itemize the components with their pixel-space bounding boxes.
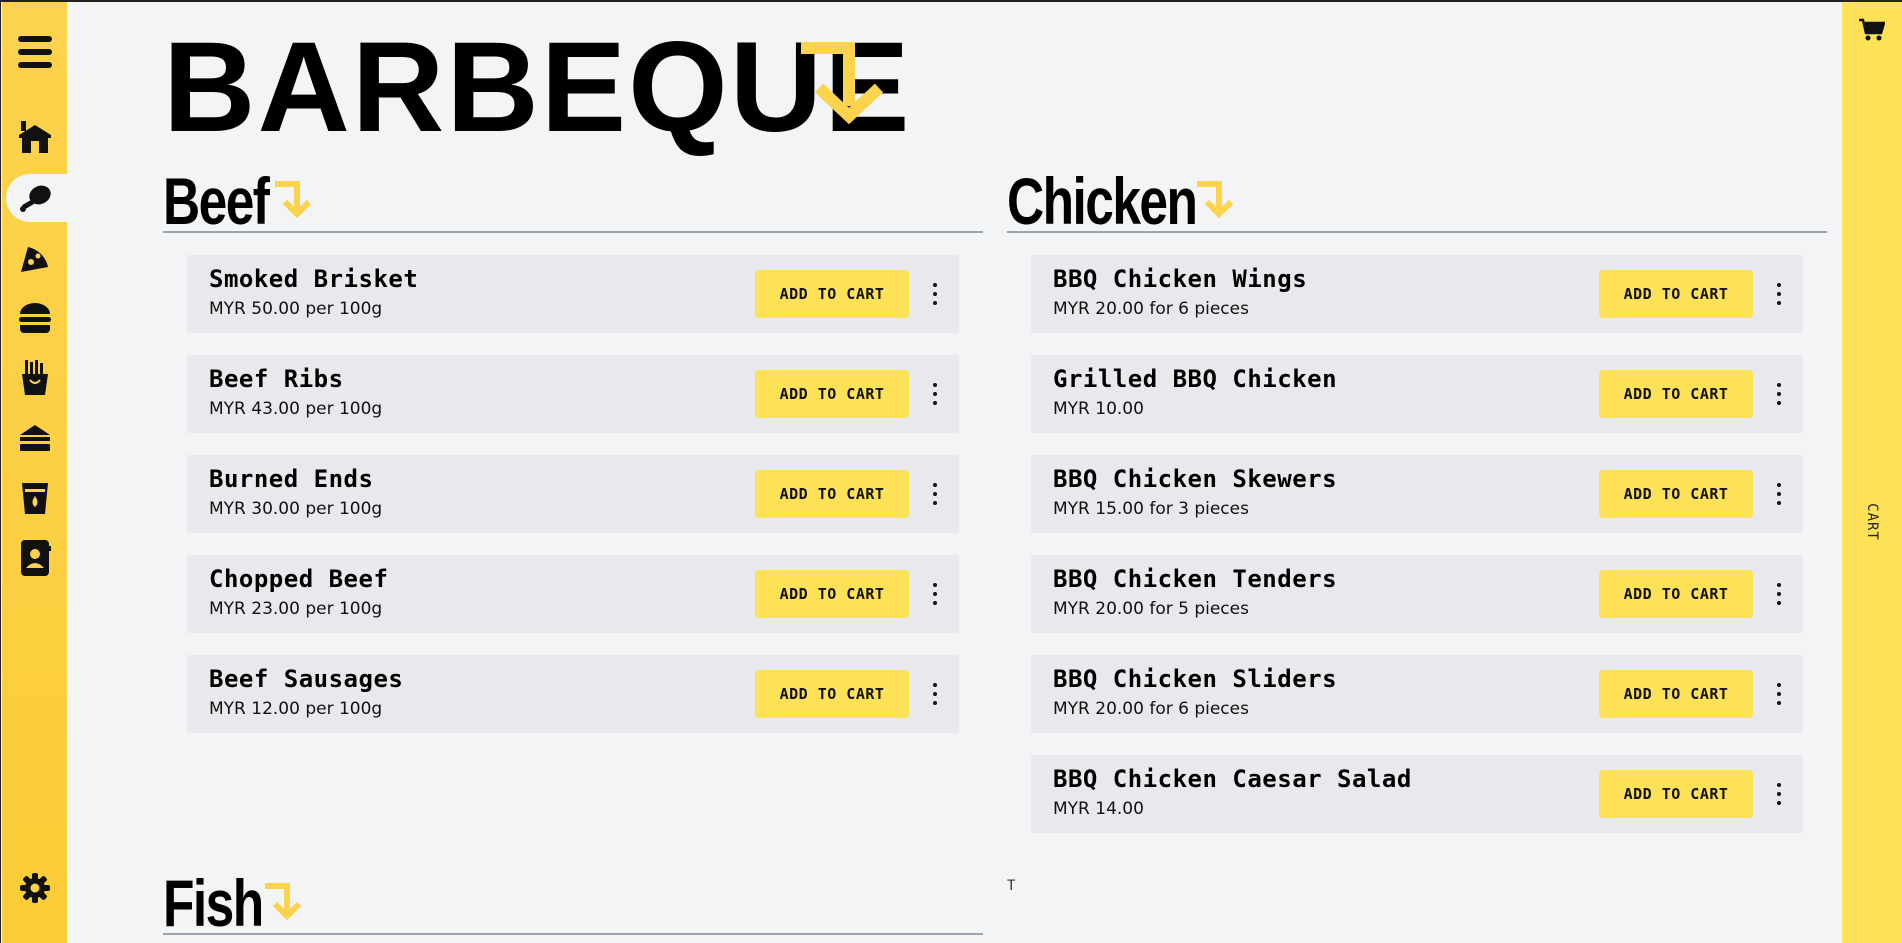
add-to-cart-button[interactable]: ADD TO CART: [1599, 570, 1753, 618]
sandwich-icon[interactable]: [2, 414, 67, 462]
item-name: Chopped Beef: [209, 565, 389, 593]
item-price: MYR 20.00 for 5 pieces: [1053, 599, 1249, 619]
contact-book-icon[interactable]: [2, 534, 67, 582]
item-name: Beef Sausages: [209, 665, 404, 693]
more-options-icon[interactable]: [925, 283, 945, 305]
list-item: Grilled BBQ Chicken MYR 10.00 ADD TO CAR…: [1031, 355, 1803, 433]
add-to-cart-button[interactable]: ADD TO CART: [1599, 770, 1753, 818]
add-to-cart-button[interactable]: ADD TO CART: [755, 570, 909, 618]
cart-sidebar[interactable]: CART: [1842, 2, 1902, 943]
drink-icon[interactable]: [2, 474, 67, 522]
list-item: Burned Ends MYR 30.00 per 100g ADD TO CA…: [187, 455, 959, 533]
add-to-cart-button[interactable]: ADD TO CART: [1599, 370, 1753, 418]
section-divider: [163, 231, 983, 233]
list-item: BBQ Chicken Sliders MYR 20.00 for 6 piec…: [1031, 655, 1803, 733]
list-item: BBQ Chicken Tenders MYR 20.00 for 5 piec…: [1031, 555, 1803, 633]
item-price: MYR 20.00 for 6 pieces: [1053, 299, 1249, 319]
more-options-icon[interactable]: [1769, 683, 1789, 705]
add-to-cart-button[interactable]: ADD TO CART: [755, 370, 909, 418]
more-options-icon[interactable]: [1769, 783, 1789, 805]
item-price: MYR 50.00 per 100g: [209, 299, 383, 319]
more-options-icon[interactable]: [925, 583, 945, 605]
section-divider: [163, 933, 983, 935]
pizza-icon[interactable]: [2, 234, 67, 282]
more-options-icon[interactable]: [925, 683, 945, 705]
more-options-icon[interactable]: [1769, 583, 1789, 605]
list-item: Smoked Brisket MYR 50.00 per 100g ADD TO…: [187, 255, 959, 333]
shopping-cart-icon[interactable]: [1842, 18, 1902, 42]
more-options-icon[interactable]: [1769, 283, 1789, 305]
more-options-icon[interactable]: [1769, 383, 1789, 405]
section-title-chicken: Chicken: [1007, 164, 1198, 238]
add-to-cart-button[interactable]: ADD TO CART: [755, 270, 909, 318]
more-options-icon[interactable]: [925, 383, 945, 405]
item-price: MYR 20.00 for 6 pieces: [1053, 699, 1249, 719]
cart-label[interactable]: CART: [1864, 503, 1880, 541]
sidebar: [2, 2, 67, 943]
add-to-cart-button[interactable]: ADD TO CART: [1599, 270, 1753, 318]
section-divider: [1007, 231, 1827, 233]
item-name: BBQ Chicken Wings: [1053, 265, 1308, 293]
meat-icon[interactable]: [6, 174, 67, 222]
hamburger-menu-icon[interactable]: [2, 28, 67, 76]
item-price: MYR 10.00: [1053, 399, 1144, 419]
item-name: BBQ Chicken Caesar Salad: [1053, 765, 1412, 793]
item-price: MYR 15.00 for 3 pieces: [1053, 499, 1249, 519]
chicken-arrow-icon: [1195, 180, 1241, 224]
section-title-fish: Fish: [163, 866, 264, 940]
fries-icon[interactable]: [2, 354, 67, 402]
list-item: BBQ Chicken Wings MYR 20.00 for 6 pieces…: [1031, 255, 1803, 333]
stray-text: T: [1007, 878, 1016, 894]
more-options-icon[interactable]: [1769, 483, 1789, 505]
list-item: Chopped Beef MYR 23.00 per 100g ADD TO C…: [187, 555, 959, 633]
settings-icon[interactable]: [2, 864, 67, 912]
add-to-cart-button[interactable]: ADD TO CART: [755, 670, 909, 718]
item-name: Burned Ends: [209, 465, 374, 493]
item-price: MYR 23.00 per 100g: [209, 599, 383, 619]
beef-arrow-icon: [273, 180, 319, 224]
section-title-beef: Beef: [163, 164, 270, 238]
item-price: MYR 30.00 per 100g: [209, 499, 383, 519]
list-item: Beef Ribs MYR 43.00 per 100g ADD TO CART: [187, 355, 959, 433]
item-name: BBQ Chicken Sliders: [1053, 665, 1338, 693]
fish-arrow-icon: [263, 882, 309, 926]
item-name: BBQ Chicken Tenders: [1053, 565, 1338, 593]
item-price: MYR 43.00 per 100g: [209, 399, 383, 419]
item-name: Grilled BBQ Chicken: [1053, 365, 1338, 393]
item-name: BBQ Chicken Skewers: [1053, 465, 1338, 493]
list-item: BBQ Chicken Caesar Salad MYR 14.00 ADD T…: [1031, 755, 1803, 833]
title-arrow-icon: [797, 40, 891, 128]
list-item: BBQ Chicken Skewers MYR 15.00 for 3 piec…: [1031, 455, 1803, 533]
add-to-cart-button[interactable]: ADD TO CART: [1599, 670, 1753, 718]
add-to-cart-button[interactable]: ADD TO CART: [755, 470, 909, 518]
add-to-cart-button[interactable]: ADD TO CART: [1599, 470, 1753, 518]
burger-icon[interactable]: [2, 294, 67, 342]
list-item: Beef Sausages MYR 12.00 per 100g ADD TO …: [187, 655, 959, 733]
item-price: MYR 14.00: [1053, 799, 1144, 819]
home-icon[interactable]: [2, 114, 67, 162]
more-options-icon[interactable]: [925, 483, 945, 505]
item-price: MYR 12.00 per 100g: [209, 699, 383, 719]
item-name: Beef Ribs: [209, 365, 344, 393]
item-name: Smoked Brisket: [209, 265, 419, 293]
